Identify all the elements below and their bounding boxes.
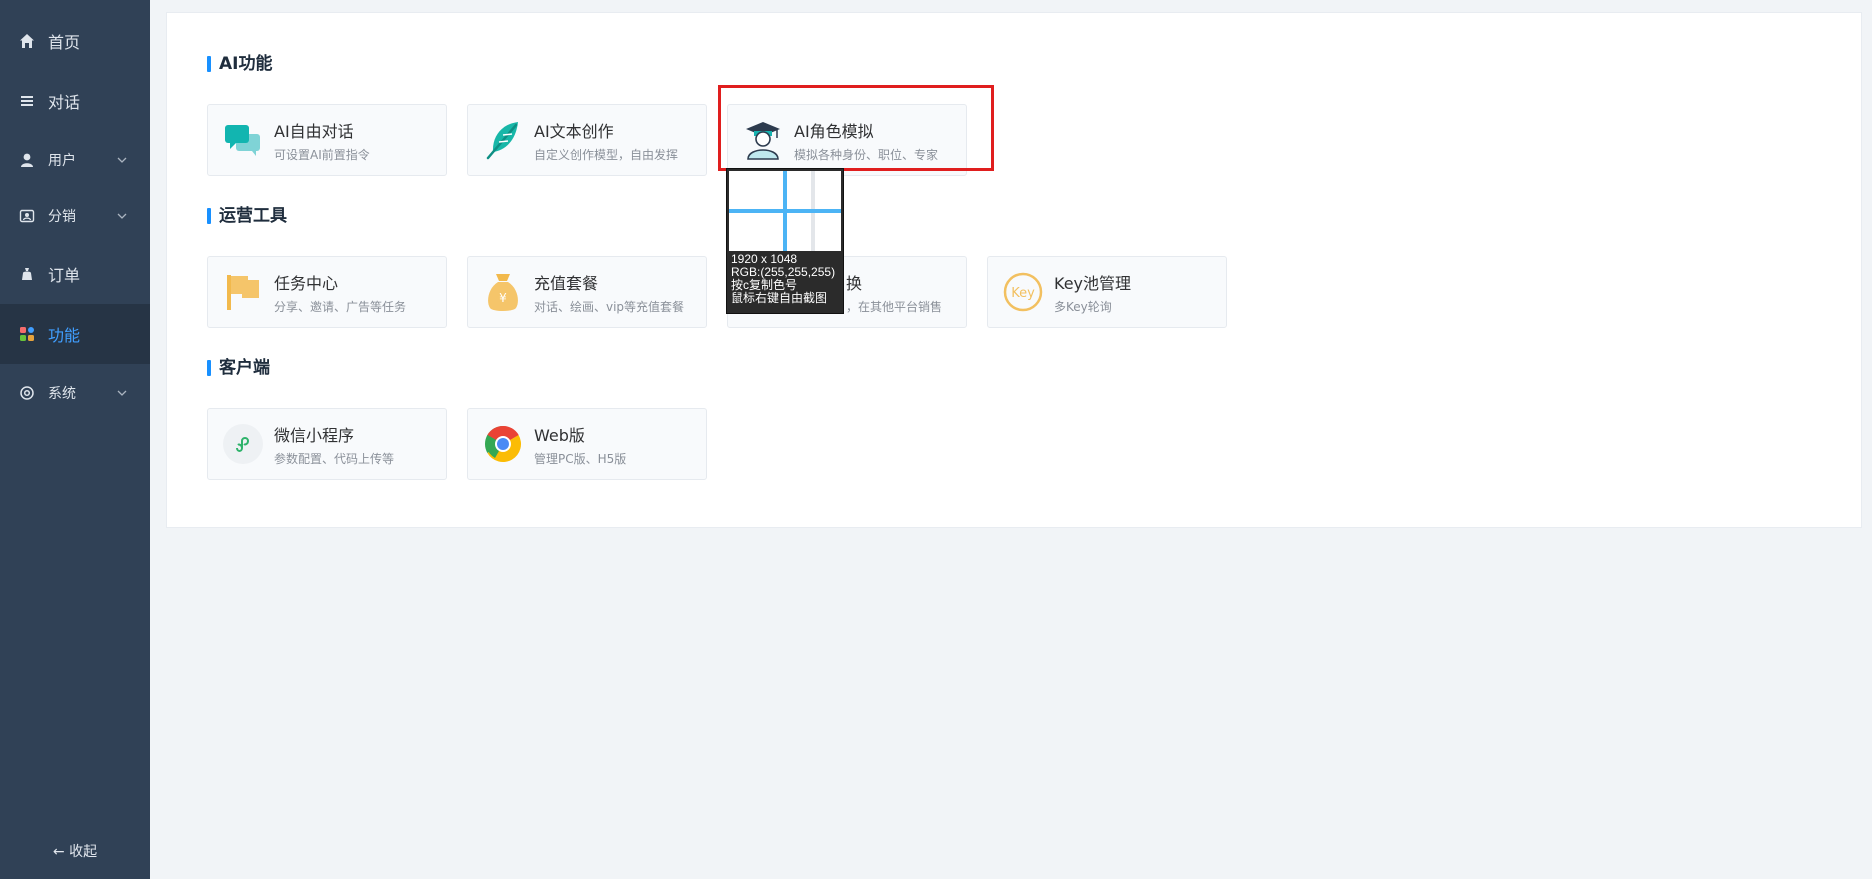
card-key-pool[interactable]: Key Key池管理 多Key轮询 xyxy=(987,256,1227,328)
card-title: AI角色模拟 xyxy=(794,122,874,141)
nav-item-system[interactable]: 系统 xyxy=(0,364,150,422)
nav-label: 订单 xyxy=(48,266,81,285)
card-ai-writing[interactable]: AI文本创作 自定义创作模型，自由发挥 xyxy=(467,104,707,176)
card-title: 微信小程序 xyxy=(274,426,355,445)
card-desc: 自定义创作模型，自由发挥 xyxy=(534,148,679,162)
nav-label: 用户 xyxy=(48,153,76,169)
color-picker-overlay: 1920 x 1048 RGB:(255,255,255) 按c复制色号 鼠标右… xyxy=(726,168,844,314)
card-desc: 管理PC版、H5版 xyxy=(534,452,627,466)
card-desc: ，在其他平台销售 xyxy=(846,300,943,314)
chevron-down-icon xyxy=(116,210,128,222)
card-desc: 分享、邀请、广告等任务 xyxy=(274,300,407,314)
section-title-ops: 运营工具 xyxy=(207,206,287,226)
nav-item-users[interactable]: 用户 xyxy=(0,131,150,189)
card-task-center[interactable]: 任务中心 分享、邀请、广告等任务 xyxy=(207,256,447,328)
chrome-icon xyxy=(482,423,524,465)
card-title: 换 xyxy=(846,274,863,293)
collapse-button[interactable]: ← 收起 xyxy=(0,841,150,861)
flag-icon xyxy=(222,271,264,313)
sidebar: 首页 对话 用户 分销 订单 功能 系统 ← 收起 xyxy=(0,0,150,879)
chevron-down-icon xyxy=(116,387,128,399)
chevron-down-icon xyxy=(116,154,128,166)
card-ai-chat[interactable]: AI自由对话 可设置AI前置指令 xyxy=(207,104,447,176)
money-bag-icon: ¥ xyxy=(482,271,524,313)
nav-item-features[interactable]: 功能 xyxy=(0,304,150,364)
card-title: 充值套餐 xyxy=(534,274,599,293)
card-miniprogram[interactable]: 微信小程序 参数配置、代码上传等 xyxy=(207,408,447,480)
card-recharge[interactable]: ¥ 充值套餐 对话、绘画、vip等充值套餐 xyxy=(467,256,707,328)
section-title-ai: AI功能 xyxy=(207,54,272,74)
nav-label: 功能 xyxy=(48,326,81,345)
magnifier-view xyxy=(729,171,841,251)
card-title: Key池管理 xyxy=(1054,274,1132,293)
svg-text:Key: Key xyxy=(1011,286,1035,301)
card-desc: 模拟各种身份、职位、专家 xyxy=(794,148,939,162)
nav-label: 对话 xyxy=(48,93,81,112)
chat-bubbles-icon xyxy=(222,119,264,161)
list-icon xyxy=(18,92,36,110)
svg-text:¥: ¥ xyxy=(499,291,507,305)
nav-item-distribution[interactable]: 分销 xyxy=(0,187,150,245)
nav-label: 系统 xyxy=(48,386,76,402)
section-title-client: 客户端 xyxy=(207,358,270,378)
nav-item-chat[interactable]: 对话 xyxy=(0,72,150,130)
miniprogram-icon xyxy=(222,423,264,465)
home-icon xyxy=(18,32,36,50)
card-title: AI自由对话 xyxy=(274,122,354,141)
graduate-icon xyxy=(742,119,784,161)
user-icon xyxy=(18,151,36,169)
nav-item-orders[interactable]: 订单 xyxy=(0,245,150,303)
nav-label: 分销 xyxy=(48,209,76,225)
card-desc: 可设置AI前置指令 xyxy=(274,148,370,162)
card-desc: 对话、绘画、vip等充值套餐 xyxy=(534,300,685,314)
card-title: AI文本创作 xyxy=(534,122,614,141)
key-badge-icon: Key xyxy=(1002,271,1044,313)
nav-label: 首页 xyxy=(48,33,81,52)
feather-icon xyxy=(482,119,524,161)
card-ai-role[interactable]: AI角色模拟 模拟各种身份、职位、专家 xyxy=(727,104,967,176)
card-web[interactable]: Web版 管理PC版、H5版 xyxy=(467,408,707,480)
card-title: 任务中心 xyxy=(274,274,339,293)
apps-icon xyxy=(18,325,36,343)
card-title: Web版 xyxy=(534,426,585,445)
card-desc: 多Key轮询 xyxy=(1054,300,1112,314)
share-icon xyxy=(18,207,36,225)
nav-item-home[interactable]: 首页 xyxy=(0,12,150,70)
features-panel: AI功能 AI自由对话 可设置AI前置指令 AI文本创作 自定义创作模型，自由发… xyxy=(166,12,1862,528)
card-desc: 参数配置、代码上传等 xyxy=(274,452,395,466)
picker-hint-capture: 鼠标右键自由截图 xyxy=(731,291,828,305)
bag-icon xyxy=(18,265,36,283)
picker-info: 1920 x 1048 RGB:(255,255,255) 按c复制色号 鼠标右… xyxy=(731,253,835,305)
settings-icon xyxy=(18,384,36,402)
